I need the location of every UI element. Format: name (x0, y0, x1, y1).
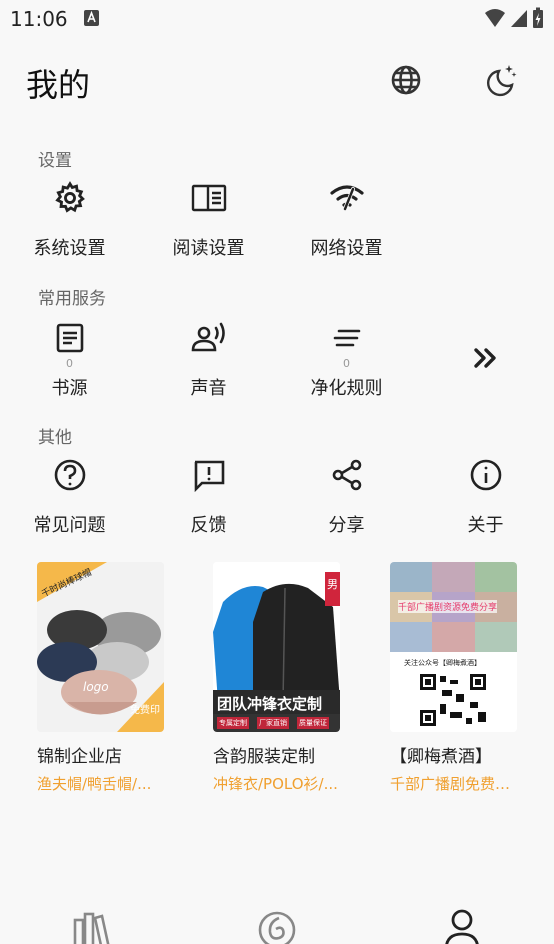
ad-image-tag: 男 (327, 578, 338, 591)
voice-icon (191, 322, 225, 352)
section-title-settings: 设置 (38, 151, 72, 171)
grid-item-label: 净化规则 (310, 378, 383, 399)
ad-image-banner: 千部广播剧资源免费分享 (398, 600, 498, 613)
grid-item-label: 关于 (467, 515, 504, 536)
info-icon (470, 459, 501, 491)
feedback-icon (194, 460, 224, 492)
ad-image: 千时尚棒球帽 logo 免费印 (37, 562, 164, 732)
document-icon (56, 323, 83, 353)
tab-profile[interactable] (440, 908, 484, 944)
grid-item-purify-rules[interactable]: 0 净化规则 (277, 318, 416, 400)
question-icon (54, 459, 85, 491)
grid-item-read-settings[interactable]: 阅读设置 (139, 178, 278, 260)
ad-image-sub: 厂家直销 (257, 717, 289, 729)
system-icons (484, 7, 544, 29)
wifi-icon (329, 185, 364, 211)
profile-icon (445, 909, 479, 944)
bottom-nav (0, 900, 554, 944)
ad-image-text: 免费印 (130, 705, 160, 716)
grid-item-label: 常见问题 (33, 515, 106, 536)
grid-item-share[interactable]: 分享 (277, 455, 416, 537)
grid-item-about[interactable]: 关于 (416, 455, 554, 537)
grid-item-voice[interactable]: 声音 (139, 318, 278, 400)
wifi-status-icon (485, 9, 505, 27)
header: 我的 (0, 56, 554, 106)
ad-name: 含韵服装定制 (213, 747, 315, 767)
ad-desc: 千部广播剧免费… (390, 775, 511, 793)
double-chevron-right-icon (473, 348, 496, 368)
signal-icon (511, 10, 527, 27)
grid-item-system-settings[interactable]: 系统设置 (0, 178, 139, 260)
battery-icon (533, 7, 543, 28)
ad-image-caption: 关注公众号【卿梅煮酒】 (404, 659, 481, 667)
grid-item-label: 阅读设置 (172, 238, 245, 259)
grid-item-book-source[interactable]: 0 书源 (0, 318, 139, 400)
page-title: 我的 (26, 66, 91, 104)
grid-item-label: 网络设置 (310, 238, 383, 259)
ad-name: 【卿梅煮酒】 (390, 747, 492, 767)
grid-item-label: 反馈 (190, 515, 227, 536)
more-services-button[interactable] (416, 338, 554, 378)
collage-qr-image (390, 562, 517, 732)
ad-desc: 冲锋衣/POLO衫/... (213, 775, 338, 793)
ad-image-logo: logo (83, 680, 109, 694)
ad-list: 千时尚棒球帽 logo 免费印 锦制企业店 渔夫帽/鸭舌帽/... 团队冲锋衣定… (0, 562, 554, 802)
ad-card[interactable]: 千时尚棒球帽 logo 免费印 锦制企业店 渔夫帽/鸭舌帽/... (37, 562, 187, 794)
ad-image-sub: 质量保证 (297, 717, 329, 729)
discover-icon (258, 911, 296, 944)
ad-desc: 渔夫帽/鸭舌帽/... (37, 775, 152, 793)
theme-button[interactable] (484, 62, 520, 98)
book-layout-icon (191, 184, 226, 212)
grid-item-feedback[interactable]: 反馈 (139, 455, 278, 537)
language-button[interactable] (388, 62, 424, 98)
share-icon (332, 459, 361, 491)
ad-card[interactable]: 千部广播剧资源免费分享 关注公众号【卿梅煮酒】 【卿梅煮酒】 千部广播剧免费… (390, 562, 540, 794)
notification-icon (84, 10, 99, 26)
grid-item-label: 声音 (190, 378, 227, 399)
gear-icon (54, 181, 85, 213)
ad-image-banner: 团队冲锋衣定制 (217, 695, 323, 713)
tab-discover[interactable] (255, 908, 299, 944)
ad-name: 锦制企业店 (37, 747, 122, 767)
grid-item-label: 分享 (328, 515, 365, 536)
grid-item-label: 书源 (51, 378, 88, 399)
bookshelf-icon (73, 912, 110, 944)
tab-bookshelf[interactable] (71, 908, 115, 944)
section-title-services: 常用服务 (38, 289, 106, 309)
grid-item-faq[interactable]: 常见问题 (0, 455, 139, 537)
grid-item-label: 系统设置 (33, 238, 106, 259)
ad-card[interactable]: 团队冲锋衣定制 男 专属定制 厂家直销 质量保证 含韵服装定制 冲锋衣/POLO… (213, 562, 363, 794)
grid-item-network-settings[interactable]: 网络设置 (277, 178, 416, 260)
status-bar: 11:06 (0, 0, 554, 38)
purify-rules-count: 0 (343, 357, 350, 370)
ad-image: 团队冲锋衣定制 男 专属定制 厂家直销 质量保证 (213, 562, 340, 732)
lines-icon (333, 329, 360, 347)
moon-icon (487, 65, 517, 97)
ad-image-sub: 专属定制 (217, 717, 249, 729)
book-source-count: 0 (66, 357, 73, 370)
ad-image: 千部广播剧资源免费分享 关注公众号【卿梅煮酒】 (390, 562, 517, 732)
section-title-other: 其他 (38, 428, 72, 448)
status-time: 11:06 (10, 7, 68, 31)
globe-icon (391, 65, 421, 95)
